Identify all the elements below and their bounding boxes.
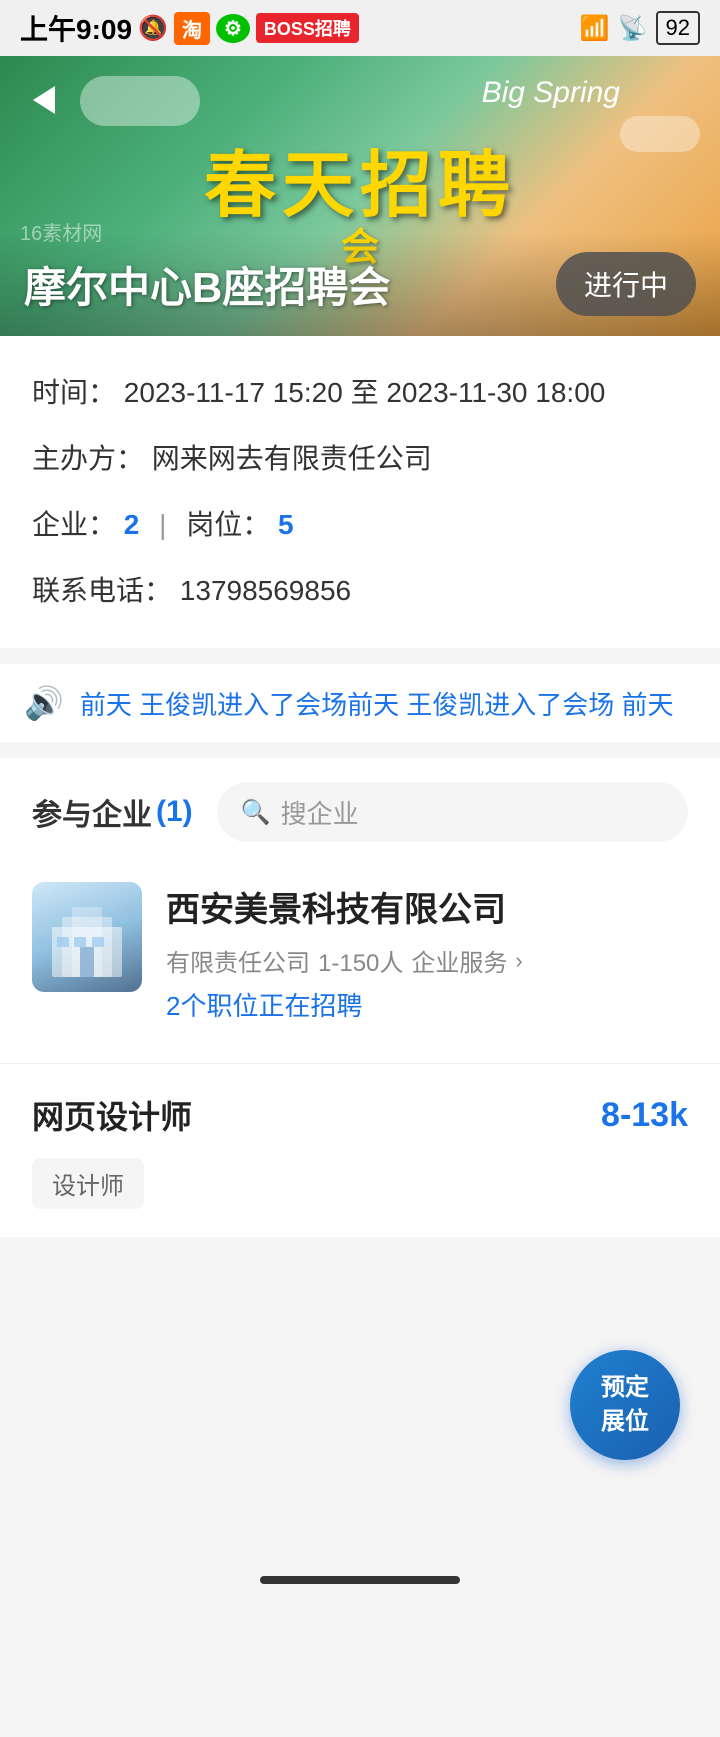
search-placeholder: 搜企业 xyxy=(281,794,359,831)
organizer-row: 主办方： 网来网去有限责任公司 xyxy=(32,438,688,480)
separator: | xyxy=(159,509,166,540)
phone-row: 联系电话： 13798569856 xyxy=(32,570,688,612)
status-alarm-icon: 🔕 xyxy=(138,14,168,43)
job-title-row: 网页设计师 8-13k xyxy=(32,1092,688,1138)
phone-label: 联系电话： xyxy=(32,575,172,606)
status-time: 上午9:09 xyxy=(20,8,132,48)
position-count: 5 xyxy=(278,509,294,540)
bottom-spacer xyxy=(0,1237,720,1737)
search-icon: 🔍 xyxy=(241,798,271,827)
home-indicator xyxy=(260,1576,460,1584)
company-type: 有限责任公司 xyxy=(166,943,310,978)
status-left: 上午9:09 🔕 淘 ⚙ BOSS招聘 xyxy=(20,8,359,48)
recruiting-count: 2个职位正在招聘 xyxy=(166,986,688,1023)
company-size: 1-150人 xyxy=(318,943,403,978)
hero-banner: Big Spring 春天招聘 会 16素材网 摩尔中心B座招聘会 进行中 xyxy=(0,56,720,336)
time-row: 时间： 2023-11-17 15:20 至 2023-11-30 18:00 xyxy=(32,372,688,414)
job-card[interactable]: 网页设计师 8-13k 设计师 xyxy=(0,1063,720,1237)
company-industry: 企业服务 xyxy=(411,943,507,978)
spring-label: Big Spring xyxy=(482,76,620,110)
fab-line2: 展位 xyxy=(601,1405,649,1439)
chevron-right-icon: › xyxy=(515,948,522,974)
time-value: 2023-11-17 15:20 至 2023-11-30 18:00 xyxy=(124,377,606,408)
taobao-icon: 淘 xyxy=(174,12,210,45)
job-tags-row: 设计师 xyxy=(32,1158,688,1209)
page-title: 摩尔中心B座招聘会 xyxy=(24,254,390,315)
job-tag: 设计师 xyxy=(32,1158,144,1209)
organizer-label: 主办方： xyxy=(32,443,144,474)
wifi-icon: 📡 xyxy=(618,14,648,43)
position-label: 岗位： xyxy=(186,509,270,540)
boss-icon: BOSS招聘 xyxy=(256,13,359,43)
company-section-header: 参与企业 (1) 🔍 搜企业 xyxy=(0,758,720,858)
company-count: (1) xyxy=(156,795,193,829)
announcement-bar: 🔊 前天 王俊凯进入了会场前天 王俊凯进入了会场 前天 xyxy=(0,664,720,742)
time-label: 时间： xyxy=(32,377,116,408)
battery-icon: 92 xyxy=(656,11,700,45)
enterprise-row: 企业： 2 | 岗位： 5 xyxy=(32,504,688,546)
speaker-icon: 🔊 xyxy=(24,684,64,722)
company-logo xyxy=(32,882,142,992)
phone-value: 13798569856 xyxy=(180,575,351,606)
info-card: 时间： 2023-11-17 15:20 至 2023-11-30 18:00 … xyxy=(0,336,720,648)
company-card[interactable]: 西安美景科技有限公司 有限责任公司 1-150人 企业服务 › 2个职位正在招聘 xyxy=(0,858,720,1063)
reserve-booth-button[interactable]: 预定 展位 xyxy=(570,1350,680,1460)
company-search-box[interactable]: 🔍 搜企业 xyxy=(217,782,688,842)
signal-icon: 📶 xyxy=(580,14,610,43)
company-logo-image xyxy=(32,882,142,992)
cloud-right-decoration xyxy=(620,116,700,152)
green-icon: ⚙ xyxy=(216,14,250,43)
announcement-text: 前天 王俊凯进入了会场前天 王俊凯进入了会场 前天 xyxy=(80,685,674,722)
section-title-group: 参与企业 (1) xyxy=(32,790,193,834)
company-info: 西安美景科技有限公司 有限责任公司 1-150人 企业服务 › 2个职位正在招聘 xyxy=(32,882,688,1023)
status-bar: 上午9:09 🔕 淘 ⚙ BOSS招聘 📶 📡 92 xyxy=(0,0,720,56)
back-arrow-icon xyxy=(33,86,55,114)
back-button[interactable] xyxy=(16,72,72,128)
event-status-badge: 进行中 xyxy=(556,252,696,316)
enterprise-label: 企业： xyxy=(32,509,116,540)
cloud-left-decoration xyxy=(80,76,200,126)
section-title: 参与企业 xyxy=(32,790,152,834)
company-name: 西安美景科技有限公司 xyxy=(166,882,688,931)
organizer-value: 网来网去有限责任公司 xyxy=(152,443,432,474)
job-salary: 8-13k xyxy=(601,1096,688,1135)
company-meta: 有限责任公司 1-150人 企业服务 › xyxy=(166,943,688,978)
company-details: 西安美景科技有限公司 有限责任公司 1-150人 企业服务 › 2个职位正在招聘 xyxy=(166,882,688,1023)
status-right: 📶 📡 92 xyxy=(580,11,700,45)
building-svg xyxy=(42,897,132,977)
job-title: 网页设计师 xyxy=(32,1092,192,1138)
fab-line1: 预定 xyxy=(601,1371,649,1405)
hero-title-bar: 摩尔中心B座招聘会 进行中 xyxy=(0,232,720,336)
enterprise-count: 2 xyxy=(124,509,140,540)
